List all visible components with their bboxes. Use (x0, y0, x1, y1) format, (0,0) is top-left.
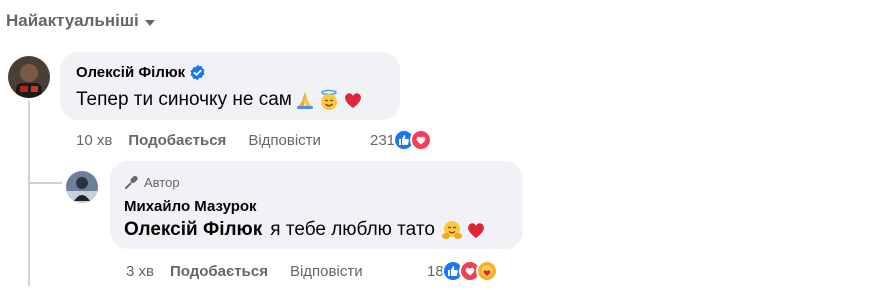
comment-bubble: Олексій Філюк Тепер ти синочку не сам (60, 52, 400, 120)
sort-dropdown[interactable]: Найактуальніші (6, 11, 155, 31)
thread-line-branch (28, 182, 62, 184)
face-with-hugging-hands-icon (441, 219, 463, 241)
reply-text-body: я тебе люблю тато (270, 219, 435, 240)
love-reaction-icon (410, 129, 433, 151)
verified-badge-icon (189, 64, 206, 81)
mention-link[interactable]: Олексій Філюк (124, 219, 262, 241)
like-button[interactable]: Подобається (170, 263, 268, 280)
reply-button[interactable]: Відповісти (290, 263, 363, 280)
red-heart-icon (342, 89, 364, 111)
comment-timestamp[interactable]: 10 хв (76, 132, 112, 149)
thread-line-vertical (28, 101, 30, 286)
author-name-text[interactable]: Олексій Філюк (76, 64, 185, 81)
reply-actions: 3 хв Подобається Відповісти (126, 263, 363, 280)
reply-timestamp[interactable]: 3 хв (126, 263, 154, 280)
author-badge-label: Автор (144, 174, 180, 190)
reply-author-name[interactable]: Михайло Мазурок (124, 198, 257, 215)
reaction-count: 231 (370, 131, 396, 149)
comment-text-body: Тепер ти синочку не сам (76, 89, 292, 110)
smiling-face-with-halo-icon (318, 89, 340, 111)
comment-author-name[interactable]: Олексій Філюк (76, 64, 206, 81)
comment-actions: 10 хв Подобається Відповісти (76, 132, 321, 149)
microphone-icon (124, 174, 140, 190)
caret-down-icon (144, 19, 155, 26)
comment-text: Тепер ти синочку не сам (76, 89, 364, 111)
red-heart-icon (465, 219, 487, 241)
avatar[interactable] (8, 56, 50, 98)
reply-text: Олексій Філюк я тебе люблю тато (124, 219, 487, 241)
reply-button[interactable]: Відповісти (248, 132, 321, 149)
care-reaction-icon (475, 260, 498, 282)
like-button[interactable]: Подобається (128, 132, 226, 149)
folded-hands-icon (294, 89, 316, 111)
reply-bubble: Автор Михайло Мазурок Олексій Філюк я те… (110, 161, 523, 249)
reaction-summary[interactable]: 231 (370, 129, 433, 151)
avatar[interactable] (66, 171, 98, 203)
author-badge: Автор (124, 174, 180, 190)
sort-label: Найактуальніші (6, 11, 139, 30)
reaction-summary[interactable]: 18 (427, 260, 498, 282)
